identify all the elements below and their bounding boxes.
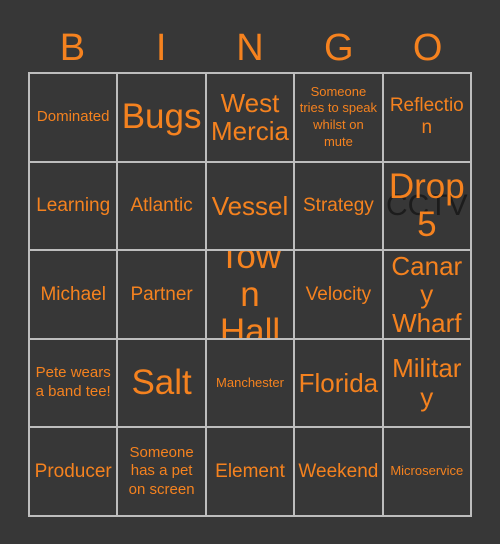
bingo-cell[interactable]: Learning [30, 162, 119, 252]
bingo-header-letter-i: I [155, 27, 167, 69]
bingo-cell[interactable]: Florida [295, 339, 384, 429]
bingo-cell-label: Strategy [303, 194, 374, 216]
bingo-cell[interactable]: Bugs [118, 74, 207, 163]
bingo-cell[interactable]: Dominated [30, 74, 119, 163]
bingo-cell[interactable]: Velocity [295, 251, 384, 340]
bingo-cell-label: Reflection [389, 95, 464, 139]
bingo-cell[interactable]: Element [206, 428, 296, 517]
bingo-cell-label: Military [392, 353, 462, 413]
bingo-cell[interactable]: Pete wears a band tee! [30, 339, 119, 429]
bingo-header-letter-b: B [59, 27, 86, 69]
bingo-cell[interactable]: Town Hall [206, 251, 296, 340]
bingo-cell-label: Someone tries to speak whilst on mute [299, 83, 378, 150]
bingo-cell-label: Bugs [121, 97, 202, 137]
bingo-cell-label: Someone has a pet on screen [128, 443, 195, 499]
bingo-cell-label: Town Hall [218, 251, 282, 340]
bingo-header-letter-o: O [412, 27, 443, 69]
bingo-header-letter-n: N [236, 27, 264, 69]
bingo-cell[interactable]: Vessel [206, 162, 296, 252]
bingo-cell[interactable]: CCTV Drop 5 [383, 162, 472, 252]
bingo-grid-wrapper: Dominated Bugs West Mercia Someone tries to… [28, 72, 472, 517]
bingo-cell[interactable]: Partner [118, 251, 207, 340]
bingo-cell-label: Manchester [216, 374, 284, 390]
bingo-cell-label: Canary Wharf [391, 251, 463, 338]
bingo-cell[interactable]: Reflection [383, 74, 472, 163]
bingo-cell[interactable]: Military [383, 339, 472, 429]
bingo-cell[interactable]: Producer [30, 428, 119, 517]
bingo-cell[interactable]: Microservice [383, 428, 472, 517]
bingo-cell[interactable]: Salt [118, 339, 207, 429]
bingo-cell-label: Dominated [36, 107, 110, 125]
bingo-cell-label: Weekend [298, 460, 379, 482]
bingo-cell[interactable]: Someone has a pet on screen [118, 428, 207, 517]
bingo-cell-label: Salt [131, 363, 192, 403]
bingo-cell-label: Element [215, 460, 285, 482]
bingo-header: B I N G O [28, 0, 472, 72]
bingo-cell[interactable]: Atlantic [118, 162, 207, 252]
bingo-cell-label: Pete wears a band tee! [35, 364, 111, 401]
bingo-cell-label: Drop 5 [388, 167, 465, 244]
bingo-cell-label: Velocity [305, 283, 372, 305]
bingo-cell-label: Florida [298, 367, 379, 398]
bingo-cell[interactable]: Michael [30, 251, 119, 340]
bingo-cell[interactable]: Manchester [206, 339, 296, 429]
bingo-cell-label: Partner [130, 283, 193, 305]
bingo-cell-label: West Mercia [210, 87, 289, 147]
bingo-cell[interactable]: Someone tries to speak whilst on mute [295, 74, 384, 163]
bingo-grid: Dominated Bugs West Mercia Someone tries to… [28, 72, 472, 517]
bingo-cell[interactable]: West Mercia [206, 74, 296, 163]
bingo-cell-label: Producer [34, 460, 112, 482]
bingo-card: B I N G O Dominated Bugs West Mercia Someon… [0, 0, 500, 544]
bingo-cell-label: Michael [40, 283, 106, 305]
bingo-cell-label: Atlantic [130, 194, 193, 216]
bingo-cell[interactable]: Weekend [295, 428, 384, 517]
bingo-cell[interactable]: Strategy [295, 162, 384, 252]
bingo-cell-label: Learning [36, 194, 111, 216]
bingo-cell[interactable]: Canary Wharf [383, 251, 472, 340]
bingo-cell-label: Vessel [211, 190, 289, 221]
bingo-cell-label: Microservice [390, 463, 464, 479]
bingo-header-letter-g: G [324, 27, 354, 69]
